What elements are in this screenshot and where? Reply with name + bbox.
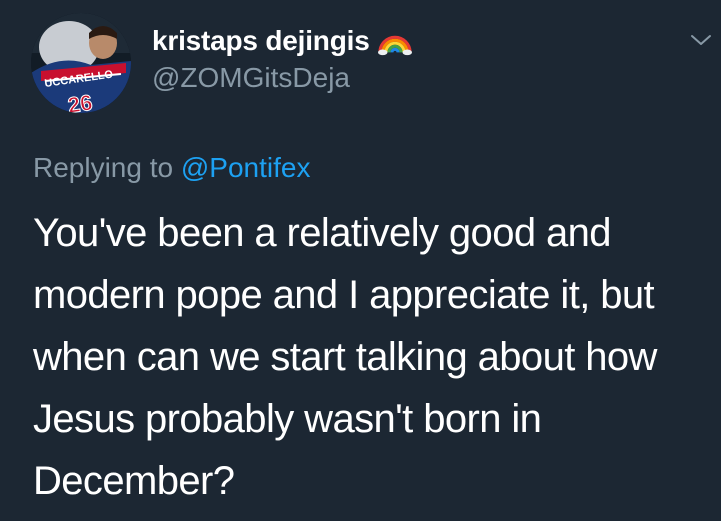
tweet-text-line: Jesus probably wasn't born in [33,397,542,441]
rainbow-icon [377,35,412,56]
chevron-down-icon[interactable] [689,32,713,48]
avatar-image: UCCARELLO 26 [31,13,131,113]
reply-mention-link[interactable]: @Pontifex [181,152,311,183]
tweet-text-line: December? [33,459,235,503]
replying-to-label: Replying to [33,152,174,183]
tweet-text-line: You've been a relatively good and [33,211,612,255]
tweet-text: You've been a relatively good and modern… [33,202,713,512]
tweet-text-line: modern pope and I appreciate it, but [33,273,655,317]
tweet-card: UCCARELLO 26 kristaps dejingis @ZOMGitsD… [0,0,721,521]
avatar-jersey-number: 26 [66,90,94,113]
display-name-row: kristaps dejingis [152,21,412,61]
display-name[interactable]: kristaps dejingis [152,25,370,57]
tweet-text-line: when can we start talking about how [33,335,657,379]
user-handle[interactable]: @ZOMGitsDeja [152,62,350,94]
replying-to-line: Replying to @Pontifex [33,152,310,184]
avatar[interactable]: UCCARELLO 26 [31,13,131,113]
